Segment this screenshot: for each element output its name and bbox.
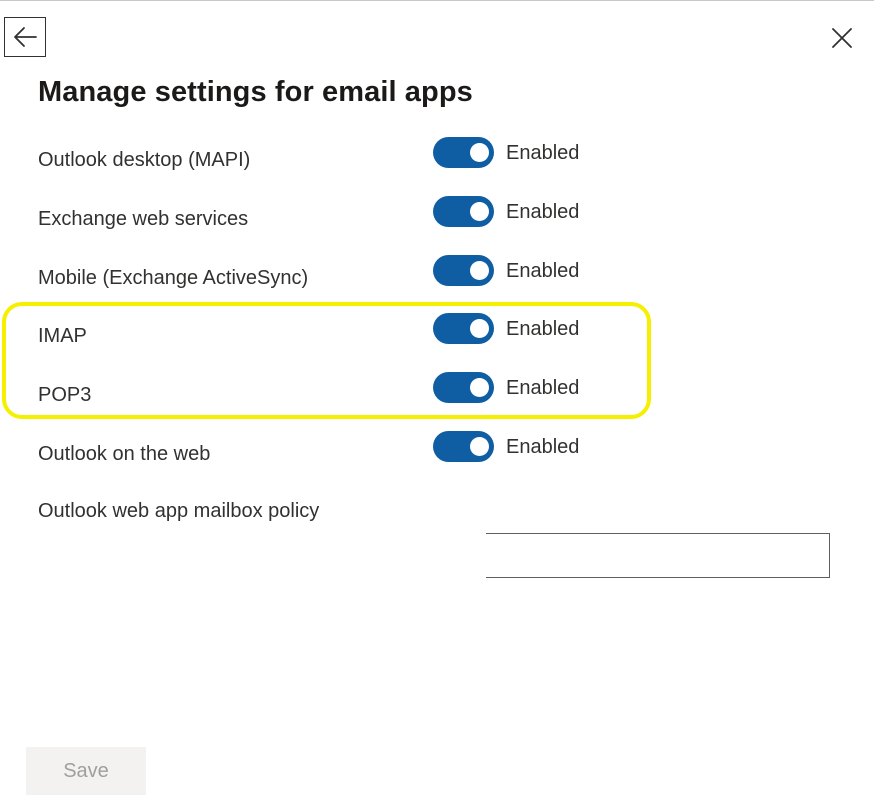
setting-row-activesync: Mobile (Exchange ActiveSync) Enabled — [0, 254, 874, 294]
mailbox-policy-dropdown[interactable] — [486, 533, 830, 578]
setting-row-mapi: Outlook desktop (MAPI) Enabled — [0, 136, 874, 176]
toggle-state-label: Enabled — [506, 318, 580, 340]
toggle-ews[interactable] — [433, 196, 494, 227]
toggle-activesync[interactable] — [433, 255, 494, 286]
toggle-state-label: Enabled — [506, 142, 580, 164]
toggle-mapi[interactable] — [433, 137, 494, 168]
toggle-knob — [470, 437, 489, 456]
panel-top-border — [0, 0, 874, 1]
setting-label: Outlook on the web — [38, 443, 211, 465]
setting-row-owa: Outlook on the web Enabled — [0, 430, 874, 470]
toggle-state-label: Enabled — [506, 436, 580, 458]
setting-label: Exchange web services — [38, 208, 249, 230]
save-button[interactable]: Save — [26, 747, 146, 795]
toggle-knob — [470, 378, 489, 397]
setting-row-pop3: POP3 Enabled — [0, 371, 874, 411]
toggle-knob — [470, 261, 489, 280]
back-button[interactable] — [4, 17, 46, 57]
setting-row-imap: IMAP Enabled — [0, 312, 874, 352]
toggle-state-label: Enabled — [506, 201, 580, 223]
toggle-knob — [470, 143, 489, 162]
setting-row-ews: Exchange web services Enabled — [0, 195, 874, 235]
toggle-state-label: Enabled — [506, 377, 580, 399]
toggle-knob — [470, 202, 489, 221]
setting-label: POP3 — [38, 384, 92, 406]
page-title: Manage settings for email apps — [38, 76, 473, 108]
close-icon — [832, 28, 852, 48]
policy-label: Outlook web app mailbox policy — [38, 500, 320, 522]
setting-label: IMAP — [38, 325, 87, 347]
toggle-pop3[interactable] — [433, 372, 494, 403]
setting-label: Mobile (Exchange ActiveSync) — [38, 267, 309, 289]
close-button[interactable] — [826, 22, 858, 54]
toggle-imap[interactable] — [433, 313, 494, 344]
toggle-knob — [470, 319, 489, 338]
toggle-state-label: Enabled — [506, 260, 580, 282]
toggle-owa[interactable] — [433, 431, 494, 462]
arrow-left-icon — [14, 27, 37, 47]
setting-label: Outlook desktop (MAPI) — [38, 149, 251, 171]
